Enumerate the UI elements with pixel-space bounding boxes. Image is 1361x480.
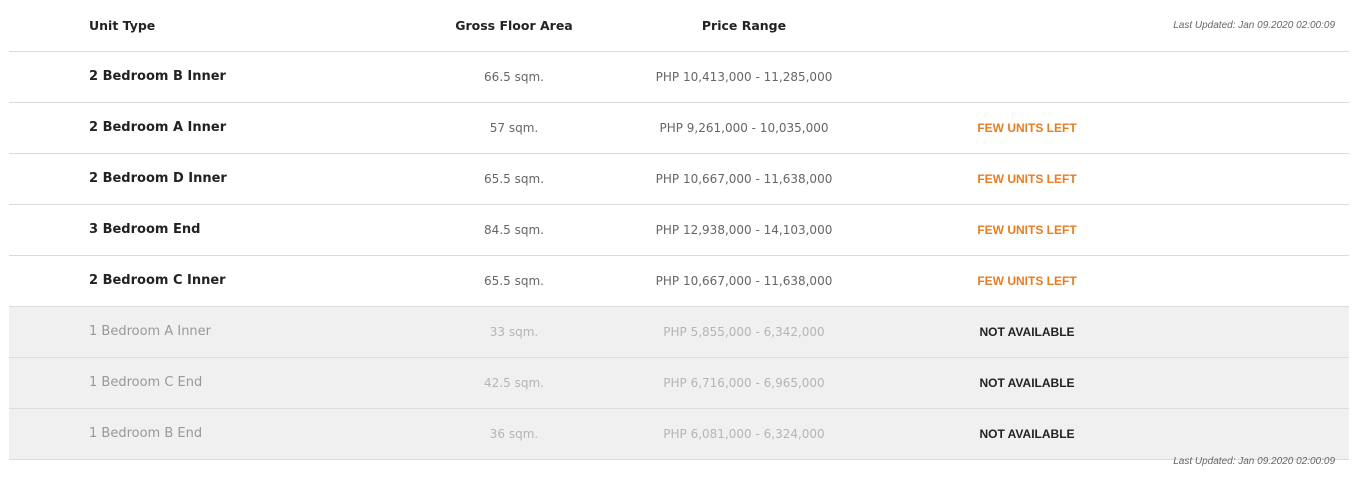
table-row: 2 Bedroom D Inner 65.5 sqm. PHP 10,667,0… — [9, 154, 1349, 205]
status-badge: NOT AVAILABLE — [979, 325, 1075, 339]
price-range: PHP 10,667,000 - 11,638,000 — [655, 172, 833, 186]
unit-type: 1 Bedroom B End — [89, 426, 203, 441]
unit-type: 2 Bedroom C Inner — [89, 273, 226, 288]
table-row: 3 Bedroom End 84.5 sqm. PHP 12,938,000 -… — [9, 205, 1349, 256]
table-row: 1 Bedroom C End 42.5 sqm. PHP 6,716,000 … — [9, 358, 1349, 409]
floor-area: 65.5 sqm. — [484, 172, 544, 186]
footer-last-updated: Last Updated: Jan 09.2020 02:00:09 — [1173, 456, 1335, 467]
price-range: PHP 5,855,000 - 6,342,000 — [663, 325, 825, 339]
floor-area: 42.5 sqm. — [484, 376, 544, 390]
floor-area: 57 sqm. — [489, 121, 539, 135]
table-row: 1 Bedroom A Inner 33 sqm. PHP 5,855,000 … — [9, 307, 1349, 358]
price-range: PHP 6,081,000 - 6,324,000 — [663, 427, 825, 441]
status-badge: FEW UNITS LEFT — [977, 223, 1077, 237]
floor-area: 36 sqm. — [489, 427, 539, 441]
header-price-range: Price Range — [701, 18, 787, 33]
price-range: PHP 6,716,000 - 6,965,000 — [663, 376, 825, 390]
status-badge — [927, 52, 1127, 102]
price-range: PHP 10,667,000 - 11,638,000 — [655, 274, 833, 288]
table-row: 2 Bedroom A Inner 57 sqm. PHP 9,261,000 … — [9, 103, 1349, 154]
unit-type: 2 Bedroom A Inner — [89, 120, 227, 135]
table-row: 2 Bedroom B Inner 66.5 sqm. PHP 10,413,0… — [9, 52, 1349, 103]
floor-area: 33 sqm. — [489, 325, 539, 339]
price-range: PHP 10,413,000 - 11,285,000 — [655, 70, 833, 84]
table-row: 2 Bedroom C Inner 65.5 sqm. PHP 10,667,0… — [9, 256, 1349, 307]
floor-area: 84.5 sqm. — [484, 223, 544, 237]
header-last-updated: Last Updated: Jan 09.2020 02:00:09 — [1173, 20, 1335, 31]
unit-type: 1 Bedroom A Inner — [89, 324, 212, 339]
status-badge: FEW UNITS LEFT — [977, 172, 1077, 186]
header-unit-type: Unit Type — [89, 18, 156, 33]
status-badge: FEW UNITS LEFT — [977, 121, 1077, 135]
price-range: PHP 9,261,000 - 10,035,000 — [659, 121, 829, 135]
status-badge: NOT AVAILABLE — [979, 427, 1075, 441]
unit-price-table: Unit Type Gross Floor Area Price Range L… — [9, 0, 1349, 460]
header-gross-floor-area: Gross Floor Area — [455, 18, 573, 33]
floor-area: 65.5 sqm. — [484, 274, 544, 288]
status-badge: FEW UNITS LEFT — [977, 274, 1077, 288]
unit-type: 1 Bedroom C End — [89, 375, 203, 390]
floor-area: 66.5 sqm. — [484, 70, 544, 84]
unit-type: 3 Bedroom End — [89, 222, 201, 237]
status-badge: NOT AVAILABLE — [979, 376, 1075, 390]
price-range: PHP 12,938,000 - 14,103,000 — [655, 223, 833, 237]
unit-type: 2 Bedroom D Inner — [89, 171, 227, 186]
table-header: Unit Type Gross Floor Area Price Range L… — [9, 0, 1349, 52]
unit-type: 2 Bedroom B Inner — [89, 69, 226, 84]
table-row: 1 Bedroom B End 36 sqm. PHP 6,081,000 - … — [9, 409, 1349, 460]
